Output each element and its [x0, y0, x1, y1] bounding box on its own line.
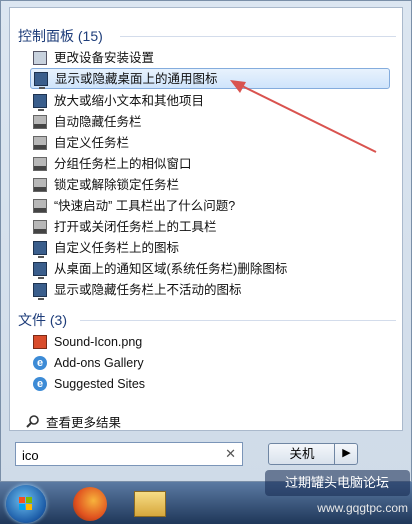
ie-icon: e: [33, 377, 47, 391]
result-item-device-settings[interactable]: 更改设备安装设置: [30, 48, 390, 69]
result-item-toolbars[interactable]: 打开或关闭任务栏上的工具栏: [30, 217, 390, 238]
result-item-desktop-icons[interactable]: 显示或隐藏桌面上的通用图标: [30, 68, 390, 89]
taskbar-icon: [33, 178, 47, 192]
files-header: 文件 (3): [18, 312, 67, 328]
png-file-icon: [33, 335, 47, 349]
firefox-taskbar-icon[interactable]: [73, 487, 107, 521]
device-settings-icon: [33, 51, 47, 65]
clear-icon[interactable]: ✕: [225, 446, 236, 462]
start-button[interactable]: [6, 485, 46, 523]
taskbar-icon: [33, 136, 47, 150]
taskbar-icon: [33, 115, 47, 129]
result-item-group-windows[interactable]: 分组任务栏上的相似窗口: [30, 154, 390, 175]
watermark-text: 过期罐头电脑论坛: [285, 475, 390, 490]
control-panel-header: 控制面板 (15): [18, 28, 103, 44]
divider: [120, 36, 396, 37]
result-item-autohide-taskbar[interactable]: 自动隐藏任务栏: [30, 112, 390, 133]
notification-area-icon: [33, 241, 47, 258]
search-box[interactable]: ✕: [15, 442, 243, 466]
divider: [80, 320, 396, 321]
windows-logo-icon: [19, 497, 33, 511]
ie-icon: e: [33, 356, 47, 370]
watermark-badge: 过期罐头电脑论坛: [265, 470, 410, 496]
search-input[interactable]: [20, 445, 214, 465]
taskbar-icon: [33, 220, 47, 234]
chevron-right-icon: ▶: [342, 447, 351, 459]
result-item-inactive-icons[interactable]: 显示或隐藏任务栏上不活动的图标: [30, 280, 390, 301]
start-menu: 控制面板 (15) 更改设备安装设置 显示或隐藏桌面上的通用图标 放大或缩小文本…: [0, 0, 412, 482]
search-icon: [26, 415, 39, 428]
taskbar-icon: [33, 199, 47, 213]
taskbar-icon: [33, 157, 47, 171]
result-item-customize-taskbar[interactable]: 自定义任务栏: [30, 133, 390, 154]
notification-area-icon: [33, 283, 47, 300]
watermark-url: www.gqgtpc.com: [317, 501, 408, 515]
result-item-quick-launch[interactable]: “快速启动” 工具栏出了什么问题?: [30, 196, 390, 217]
result-item-lock-taskbar[interactable]: 锁定或解除锁定任务栏: [30, 175, 390, 196]
see-more-results-label: 查看更多结果: [46, 416, 122, 430]
result-item-taskbar-icons[interactable]: 自定义任务栏上的图标: [30, 238, 390, 259]
search-results-panel: 控制面板 (15) 更改设备安装设置 显示或隐藏桌面上的通用图标 放大或缩小文本…: [9, 7, 403, 431]
result-item-addons-gallery[interactable]: e Add-ons Gallery: [30, 353, 390, 374]
shutdown-options-button[interactable]: ▶: [334, 443, 358, 465]
result-item-suggested-sites[interactable]: e Suggested Sites: [30, 374, 390, 395]
result-item-text-size[interactable]: 放大或缩小文本和其他项目: [30, 91, 390, 112]
desktop-icon: [34, 72, 48, 89]
result-item-remove-tray-icons[interactable]: 从桌面上的通知区域(系统任务栏)删除图标: [30, 259, 390, 280]
shutdown-label: 关机: [289, 447, 315, 461]
result-item-sound-icon[interactable]: Sound-Icon.png: [30, 332, 390, 353]
monitor-icon: [33, 94, 47, 111]
notification-area-icon: [33, 262, 47, 279]
explorer-taskbar-icon[interactable]: [134, 491, 166, 517]
